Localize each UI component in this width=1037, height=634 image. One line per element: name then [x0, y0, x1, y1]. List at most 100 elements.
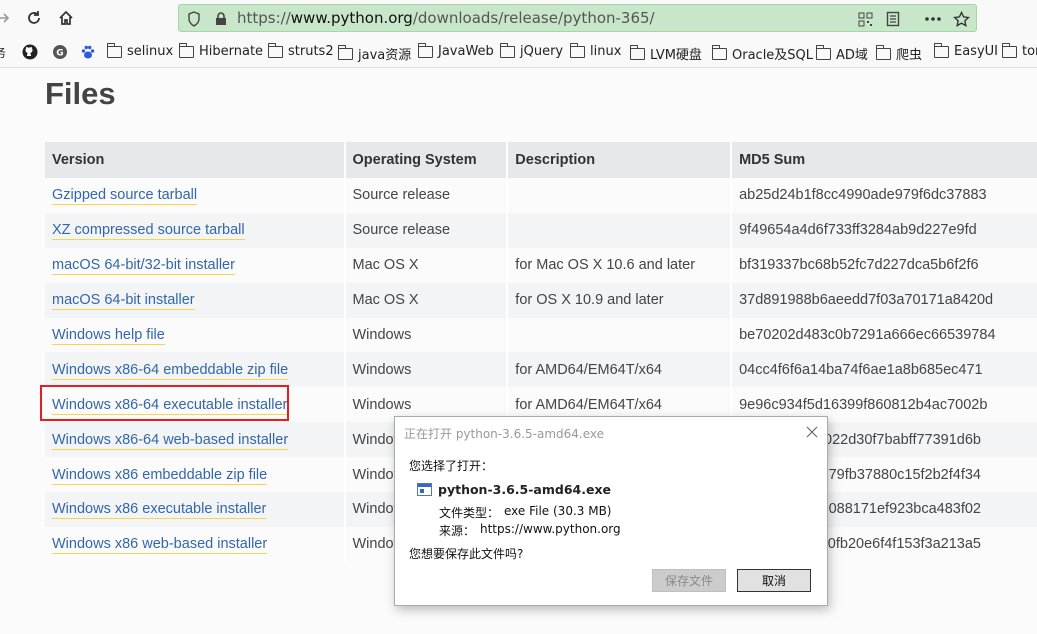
download-link[interactable]: macOS 64-bit/32-bit installer — [52, 257, 235, 276]
folder-icon — [875, 44, 891, 60]
filetype-value: exe File (30.3 MB) — [504, 504, 612, 518]
download-link[interactable]: Windows x86 web-based installer — [52, 536, 268, 555]
forward-icon[interactable] — [0, 7, 14, 29]
bookmark-folder-8[interactable]: Oracle及SQL — [711, 44, 813, 63]
source-value: https://www.python.org — [480, 522, 621, 536]
qr-code-icon[interactable] — [856, 10, 874, 28]
md5-cell: 37d891988b6aeedd7f03a70171a8420d — [731, 282, 1037, 318]
folder-icon — [711, 44, 727, 60]
home-icon[interactable] — [55, 7, 77, 29]
os-cell: Mac OS X — [344, 247, 509, 283]
md5-cell: ab25d24b1f8cc4990ade979f6dc37883 — [731, 178, 1037, 213]
column-header-os: Operating System — [344, 142, 509, 178]
download-link[interactable]: XZ compressed source tarball — [52, 222, 245, 241]
bookmark-folder-1[interactable]: Hibernate — [178, 42, 263, 59]
table-row: macOS 64-bit/32-bit installer Mac OS X f… — [45, 247, 1037, 283]
description-cell: for AMD64/EM64T/x64 — [507, 352, 733, 388]
dialog-question: 您想要保存此文件吗? — [409, 547, 524, 561]
bookmark-folder-6[interactable]: linux — [569, 42, 621, 59]
folder-icon — [499, 42, 515, 58]
folder-icon — [933, 42, 949, 58]
bookmark-folder-12[interactable]: tom — [1001, 42, 1037, 59]
md5-cell: 04cc4f6f6a14ba74f6ae1a8b685ec471 — [731, 352, 1037, 388]
md5-cell: bf319337bc68b52fc7d227dca5b6f2f6 — [731, 247, 1037, 283]
folder-icon — [178, 42, 194, 58]
download-link[interactable]: Windows x86 embeddable zip file — [52, 466, 268, 485]
column-header-description: Description — [507, 142, 733, 178]
folder-icon — [417, 42, 433, 58]
page-title: Files — [45, 76, 116, 111]
bookmark-folder-3[interactable]: java资源 — [337, 44, 411, 63]
table-row: macOS 64-bit installer Mac OS X for OS X… — [45, 282, 1037, 318]
dialog-file-row: python-3.6.5-amd64.exe — [417, 482, 611, 497]
description-cell: for Mac OS X 10.6 and later — [507, 247, 733, 283]
reload-icon[interactable] — [23, 7, 45, 29]
table-row: Windows x86-64 embeddable zip file Windo… — [45, 352, 1037, 388]
bookmark-folder-10[interactable]: 爬虫 — [875, 44, 922, 63]
bookmark-folder-0[interactable]: selinux — [106, 42, 173, 59]
shield-icon[interactable] — [185, 10, 203, 28]
folder-icon — [106, 42, 122, 58]
os-cell: Source release — [344, 178, 509, 213]
column-header-md5: MD5 Sum — [731, 142, 1037, 178]
md5-cell: be70202d483c0b7291a666ec66539784 — [731, 317, 1037, 353]
bookmarks-bar: 务 G selinux Hibernate struts2 java资源 Jav… — [0, 36, 1037, 68]
lock-icon[interactable] — [212, 10, 230, 28]
github-icon[interactable] — [22, 44, 38, 60]
reader-view-icon[interactable] — [884, 10, 902, 28]
folder-icon — [337, 44, 353, 60]
more-icon[interactable] — [924, 10, 942, 28]
download-link[interactable]: Gzipped source tarball — [52, 187, 198, 206]
download-link[interactable]: macOS 64-bit installer — [52, 292, 195, 311]
exe-file-icon — [417, 483, 432, 496]
g-bookmark-icon[interactable]: G — [52, 44, 68, 60]
table-header-row: Version Operating System Description MD5… — [45, 142, 1037, 178]
os-cell: Mac OS X — [344, 282, 509, 318]
folder-icon — [267, 42, 283, 58]
download-dialog: 正在打开 python-3.6.5-amd64.exe 您选择了打开： pyth… — [394, 416, 828, 606]
md5-cell: 9f49654a4d6f733ff3284ab9d227e9fd — [731, 212, 1037, 248]
description-cell — [507, 317, 733, 353]
folder-icon — [569, 42, 585, 58]
svg-text:G: G — [56, 49, 63, 59]
dialog-filename: python-3.6.5-amd64.exe — [438, 482, 611, 497]
baidu-paw-icon[interactable] — [80, 44, 96, 60]
bookmark-folder-2[interactable]: struts2 — [267, 42, 334, 59]
download-link[interactable]: Windows x86-64 embeddable zip file — [52, 361, 289, 380]
close-icon[interactable] — [803, 423, 821, 441]
column-header-version: Version — [45, 142, 346, 178]
bookmark-folder-4[interactable]: JavaWeb — [417, 42, 494, 59]
os-cell: Windows — [344, 352, 509, 388]
folder-icon — [629, 44, 645, 60]
bookmark-fragment[interactable]: 务 — [0, 44, 6, 61]
os-cell: Source release — [344, 212, 509, 248]
table-row: XZ compressed source tarball Source rele… — [45, 212, 1037, 248]
filetype-label: 文件类型： — [439, 506, 500, 520]
folder-icon — [1001, 42, 1017, 58]
url-text[interactable]: https://www.python.org/downloads/release… — [237, 9, 655, 27]
dialog-title-bar: 正在打开 python-3.6.5-amd64.exe — [395, 417, 827, 447]
bookmark-folder-7[interactable]: LVM硬盘 — [629, 44, 702, 63]
download-link[interactable]: Windows x86 executable installer — [52, 501, 267, 520]
source-label: 来源： — [439, 524, 476, 538]
browser-toolbar: https://www.python.org/downloads/release… — [0, 0, 1037, 36]
dialog-title: 正在打开 python-3.6.5-amd64.exe — [404, 427, 605, 441]
cancel-button[interactable]: 取消 — [737, 569, 811, 592]
bookmark-folder-9[interactable]: AD域 — [815, 44, 868, 63]
description-cell — [507, 178, 733, 213]
table-row: Windows help file Windows be70202d483c0b… — [45, 317, 1037, 353]
save-file-button[interactable]: 保存文件 — [652, 569, 726, 592]
folder-icon — [815, 44, 831, 60]
bookmark-folder-5[interactable]: jQuery — [499, 42, 563, 59]
os-cell: Windows — [344, 317, 509, 353]
description-cell: for OS X 10.9 and later — [507, 282, 733, 318]
highlight-annotation-box — [40, 385, 289, 421]
table-row: Gzipped source tarball Source release ab… — [45, 178, 1037, 213]
star-icon[interactable] — [952, 10, 970, 28]
dialog-prompt: 您选择了打开： — [409, 459, 494, 473]
url-bar[interactable]: https://www.python.org/downloads/release… — [178, 4, 977, 32]
description-cell — [507, 212, 733, 248]
bookmark-folder-11[interactable]: EasyUI — [933, 42, 998, 59]
download-link[interactable]: Windows x86-64 web-based installer — [52, 431, 289, 450]
download-link[interactable]: Windows help file — [52, 327, 165, 345]
